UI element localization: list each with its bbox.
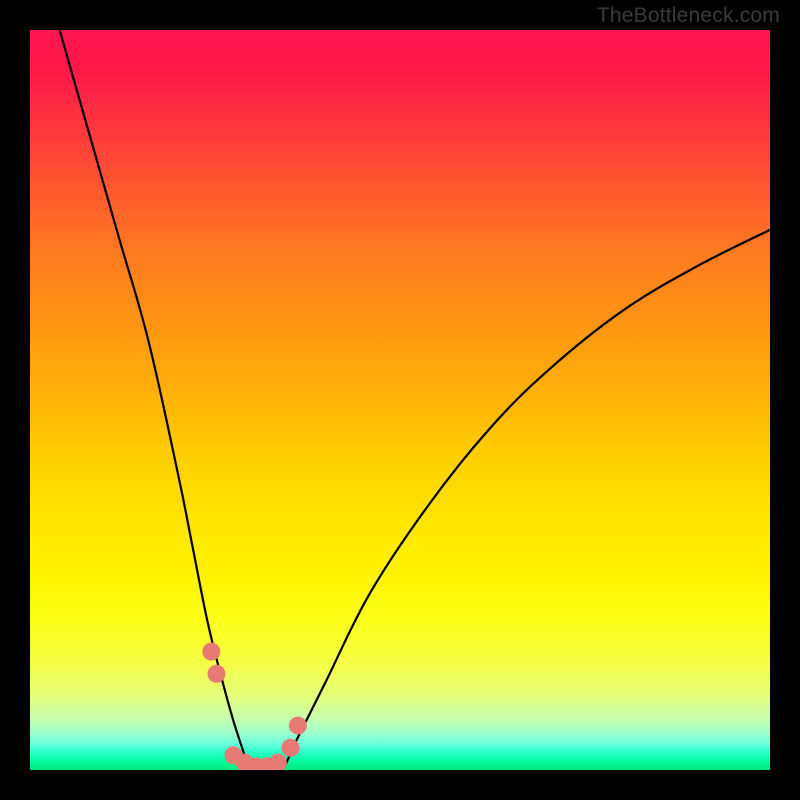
right-bottleneck-curve [252,230,770,770]
data-point-marker [207,665,225,683]
plot-area [30,30,770,770]
data-point-marker [202,643,220,661]
outer-frame: TheBottleneck.com [0,0,800,800]
data-point-marker [289,717,307,735]
left-bottleneck-curve [60,30,282,770]
data-point-marker [269,754,287,770]
watermark-text: TheBottleneck.com [597,4,780,28]
data-point-marker [281,739,299,757]
curve-layer [30,30,770,770]
